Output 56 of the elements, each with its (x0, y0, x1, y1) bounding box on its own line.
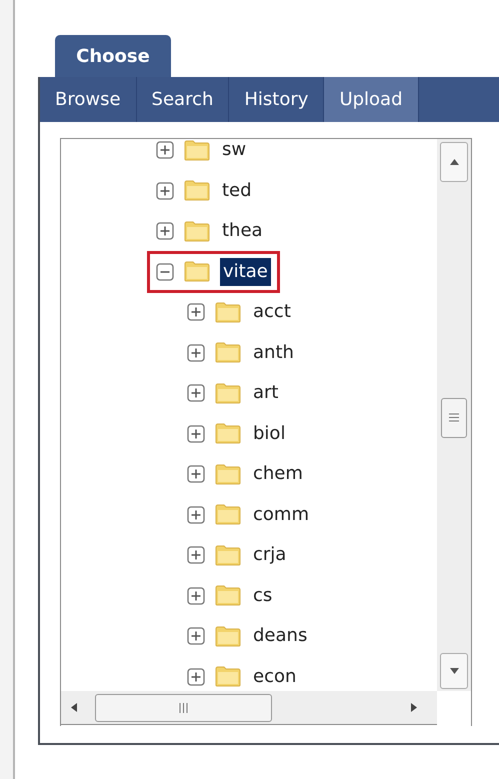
expand-icon[interactable] (187, 506, 205, 524)
nav-tab[interactable]: Upload (324, 77, 419, 122)
choose-tab[interactable]: Choose (55, 35, 171, 77)
folder-label[interactable]: comm (251, 500, 311, 529)
horizontal-scrollbar[interactable] (61, 691, 437, 725)
folder-icon (215, 666, 241, 688)
folder-icon (184, 220, 210, 242)
folder-icon (215, 382, 241, 404)
folder-label[interactable]: cs (251, 582, 274, 610)
folder-label[interactable]: econ (251, 662, 298, 691)
folder-label[interactable]: sw (220, 139, 248, 164)
folder-label[interactable]: thea (220, 217, 265, 246)
vertical-scrollbar[interactable] (437, 139, 471, 691)
expand-icon[interactable] (187, 384, 205, 402)
grip-icon (179, 702, 188, 712)
folder-label[interactable]: biol (251, 420, 288, 448)
up-arrow-icon (450, 159, 458, 165)
folder-label[interactable]: chem (251, 460, 305, 488)
scroll-thumb[interactable] (95, 694, 272, 722)
folder-icon (215, 504, 241, 526)
expand-icon[interactable] (156, 182, 174, 200)
folder-label[interactable]: art (251, 379, 280, 408)
folder-label[interactable]: crja (251, 541, 288, 570)
grip-icon (449, 413, 459, 422)
scroll-thumb[interactable] (441, 398, 467, 438)
folder-label[interactable]: ted (220, 176, 254, 205)
expand-icon[interactable] (187, 627, 205, 646)
folder-icon (215, 464, 241, 485)
folder-label[interactable]: vitae (220, 258, 271, 286)
folder-icon (215, 585, 241, 606)
folder-icon (215, 342, 241, 364)
expand-icon[interactable] (187, 546, 205, 564)
expand-icon[interactable] (187, 344, 205, 362)
folder-icon (184, 180, 210, 202)
expand-icon[interactable] (187, 586, 205, 605)
folder-icon (184, 140, 210, 161)
folder-label[interactable]: anth (251, 338, 296, 367)
expand-icon[interactable] (156, 141, 174, 160)
folder-label[interactable]: deans (251, 622, 310, 650)
expand-icon[interactable] (187, 465, 205, 484)
collapse-icon[interactable] (156, 262, 174, 281)
folder-icon (215, 544, 241, 566)
right-arrow-icon[interactable] (411, 703, 417, 712)
expand-icon[interactable] (187, 303, 205, 322)
scroll-up-button[interactable] (440, 142, 468, 182)
folder-icon (215, 626, 241, 647)
expand-icon[interactable] (187, 424, 205, 443)
scroll-down-button[interactable] (440, 653, 468, 689)
expand-icon[interactable] (187, 668, 205, 686)
left-arrow-icon[interactable] (71, 703, 77, 712)
folder-label[interactable]: acct (251, 298, 293, 326)
down-arrow-icon (450, 668, 458, 674)
folder-icon (184, 261, 210, 282)
expand-icon[interactable] (156, 222, 174, 240)
folder-icon (215, 423, 241, 444)
folder-icon (215, 302, 241, 323)
